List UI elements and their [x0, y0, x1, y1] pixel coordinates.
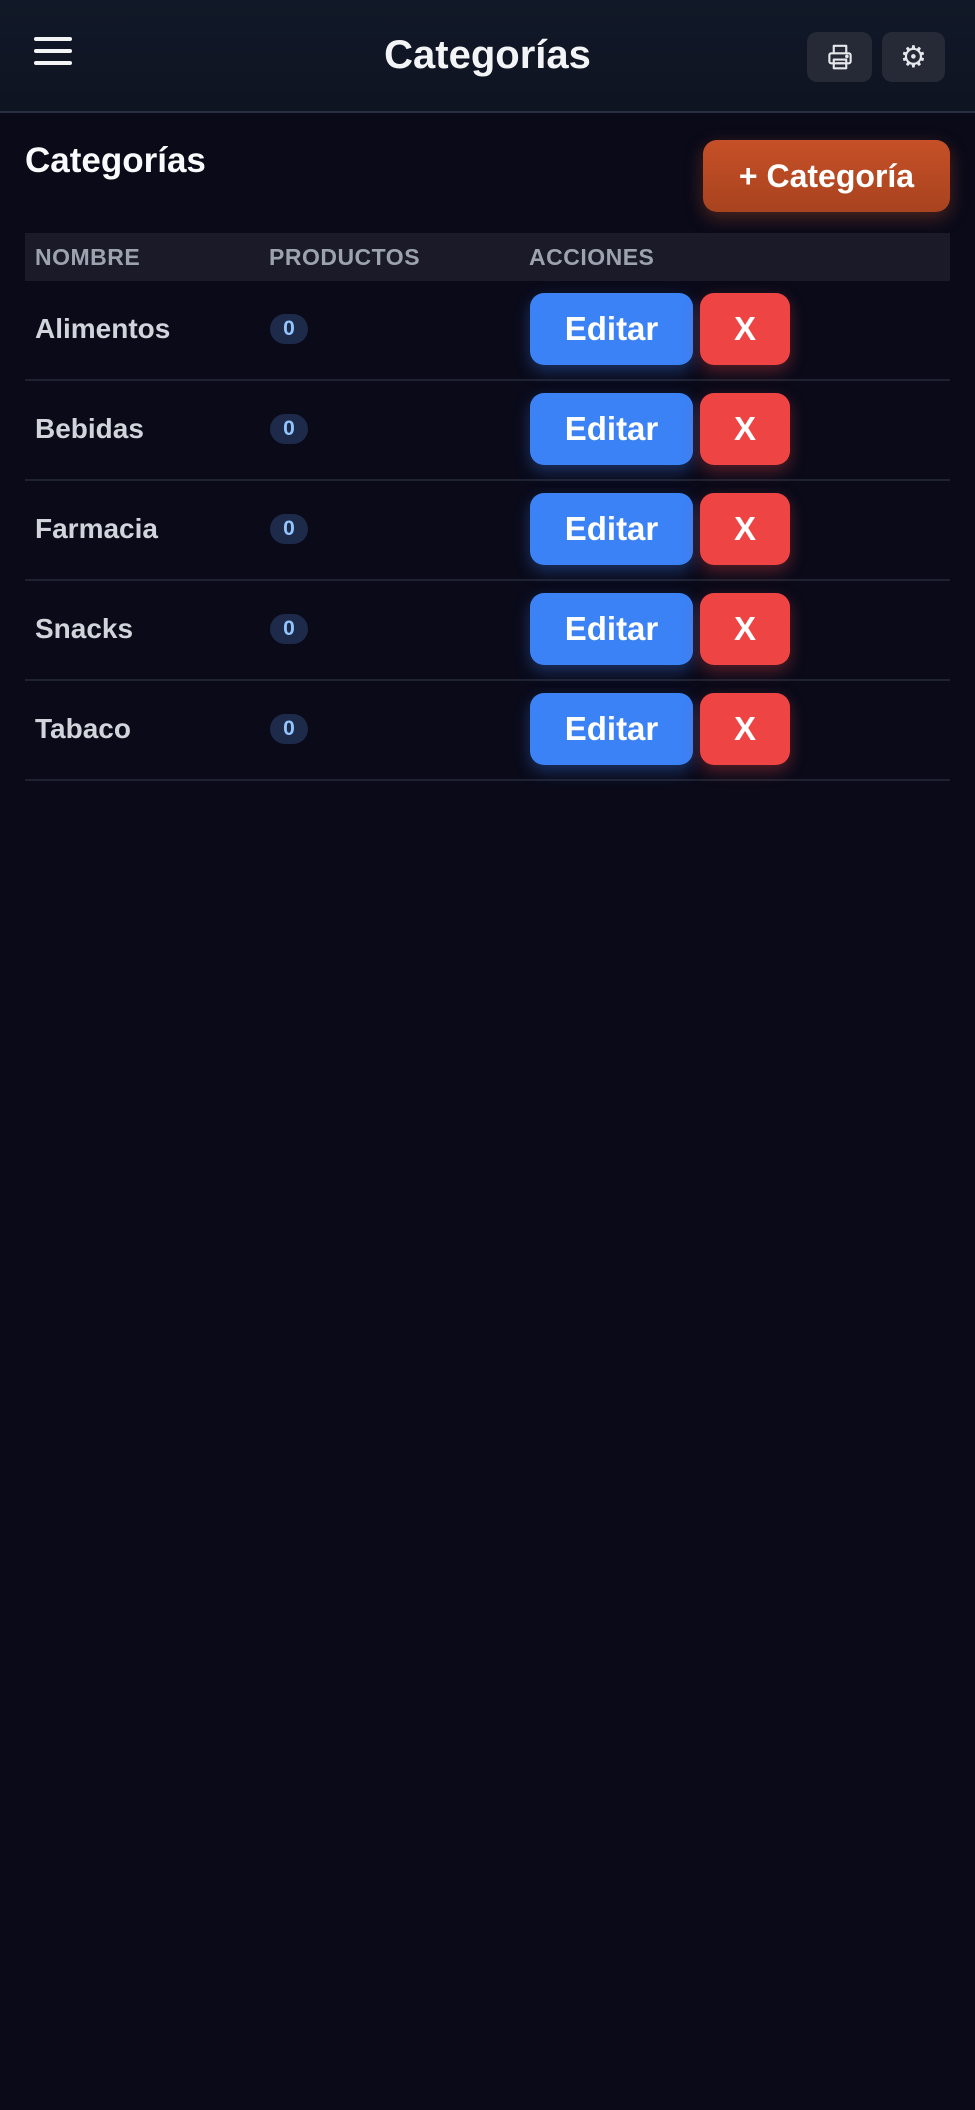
table-row: Snacks 0 Editar X [25, 581, 950, 681]
table-row: Farmacia 0 Editar X [25, 481, 950, 581]
category-name: Bebidas [35, 413, 144, 444]
delete-button[interactable]: X [700, 393, 790, 465]
print-button[interactable] [807, 32, 872, 82]
product-count-badge: 0 [270, 314, 308, 344]
categories-table: NOMBRE PRODUCTOS ACCIONES Alimentos 0 Ed… [25, 233, 950, 781]
page-title: Categorías [25, 141, 206, 180]
table-row: Alimentos 0 Editar X [25, 281, 950, 381]
product-count-badge: 0 [270, 714, 308, 744]
delete-button[interactable]: X [700, 293, 790, 365]
category-name: Tabaco [35, 713, 131, 744]
product-count-badge: 0 [270, 514, 308, 544]
edit-button[interactable]: Editar [530, 593, 693, 665]
add-category-button[interactable]: + Categoría [703, 140, 950, 212]
edit-button[interactable]: Editar [530, 293, 693, 365]
edit-button[interactable]: Editar [530, 393, 693, 465]
column-header-nombre: NOMBRE [35, 244, 141, 270]
category-name: Snacks [35, 613, 134, 644]
printer-icon [827, 44, 852, 70]
category-name: Farmacia [35, 513, 158, 544]
table-header: NOMBRE PRODUCTOS ACCIONES [25, 233, 950, 281]
top-app-bar: Categorías ⚙ [0, 0, 975, 113]
table-row: Bebidas 0 Editar X [25, 381, 950, 481]
delete-button[interactable]: X [700, 493, 790, 565]
edit-button[interactable]: Editar [530, 693, 693, 765]
delete-button[interactable]: X [700, 593, 790, 665]
product-count-badge: 0 [270, 614, 308, 644]
table-row: Tabaco 0 Editar X [25, 681, 950, 781]
edit-button[interactable]: Editar [530, 493, 693, 565]
delete-button[interactable]: X [700, 693, 790, 765]
product-count-badge: 0 [270, 414, 308, 444]
column-header-acciones: ACCIONES [529, 244, 655, 270]
column-header-productos: PRODUCTOS [269, 244, 421, 270]
settings-button[interactable]: ⚙ [882, 32, 945, 82]
gear-icon: ⚙ [900, 40, 927, 74]
category-name: Alimentos [35, 313, 171, 344]
